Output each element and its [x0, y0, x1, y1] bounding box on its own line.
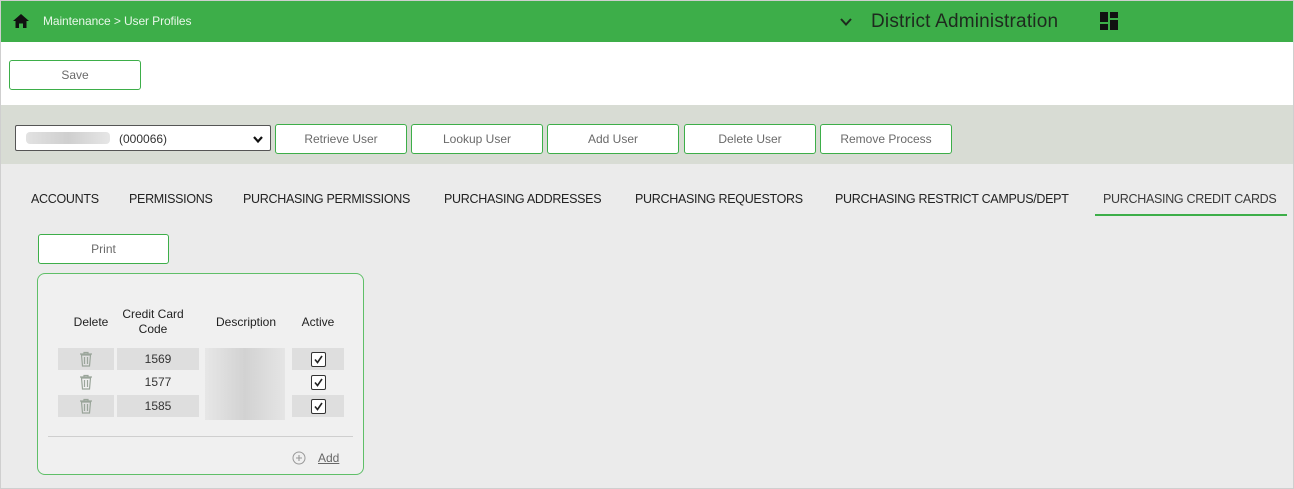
active-cell [292, 371, 344, 393]
grid-icon[interactable] [1099, 11, 1119, 31]
description-redacted [205, 394, 285, 420]
remove-process-button[interactable]: Remove Process [820, 124, 952, 154]
delete-cell [58, 371, 114, 393]
lookup-user-button[interactable]: Lookup User [411, 124, 543, 154]
tab-bar: ACCOUNTS PERMISSIONS PURCHASING PERMISSI… [1, 164, 1293, 224]
tab-accounts[interactable]: ACCOUNTS [31, 192, 99, 206]
credit-card-code-cell: 1577 [144, 375, 172, 389]
credit-card-code-cell: 1569 [117, 348, 199, 370]
tab-purchasing-restrict-campus-dept[interactable]: PURCHASING RESTRICT CAMPUS/DEPT [835, 192, 1069, 206]
check-icon [313, 378, 323, 387]
delete-cell [58, 395, 114, 417]
district-name: District Administration [871, 11, 1059, 32]
trash-icon[interactable] [79, 398, 93, 414]
credit-card-table-panel: Delete Credit Card Code Description Acti… [37, 273, 364, 475]
district-selector[interactable]: District Administration [839, 7, 1058, 37]
save-button[interactable]: Save [9, 60, 141, 90]
top-bar: Maintenance > User Profiles District Adm… [1, 1, 1293, 42]
plus-circle-icon[interactable] [292, 451, 306, 465]
add-user-button[interactable]: Add User [547, 124, 679, 154]
active-checkbox[interactable] [310, 351, 326, 367]
column-header-description: Description [215, 315, 277, 329]
retrieve-user-button[interactable]: Retrieve User [275, 124, 407, 154]
trash-icon[interactable] [79, 351, 93, 367]
print-button[interactable]: Print [38, 234, 169, 264]
active-cell [292, 395, 344, 417]
delete-user-button[interactable]: Delete User [684, 124, 816, 154]
description-redacted [205, 370, 285, 394]
active-checkbox[interactable] [310, 374, 326, 390]
breadcrumb: Maintenance > User Profiles [43, 14, 192, 28]
tab-purchasing-credit-cards[interactable]: PURCHASING CREDIT CARDS [1103, 192, 1277, 206]
user-id: (000066) [119, 132, 168, 146]
tab-purchasing-requestors[interactable]: PURCHASING REQUESTORS [635, 192, 803, 206]
column-header-active: Active [301, 315, 335, 329]
column-header-credit-card-code: Credit Card Code [122, 307, 184, 336]
check-icon [313, 355, 323, 364]
description-redacted [205, 348, 285, 370]
user-bar: (000066) Retrieve User Lookup User Add U… [1, 105, 1293, 164]
home-icon[interactable] [12, 12, 30, 30]
active-tab-indicator [1095, 214, 1287, 216]
tab-purchasing-permissions[interactable]: PURCHASING PERMISSIONS [243, 192, 410, 206]
active-checkbox[interactable] [310, 398, 326, 414]
credit-card-code-cell: 1585 [117, 395, 199, 417]
save-bar: Save [1, 42, 1293, 105]
tab-permissions[interactable]: PERMISSIONS [129, 192, 213, 206]
tab-purchasing-addresses[interactable]: PURCHASING ADDRESSES [444, 192, 602, 206]
table-divider [48, 436, 353, 437]
delete-cell [58, 348, 114, 370]
trash-icon[interactable] [79, 374, 93, 390]
chevron-down-icon [840, 18, 852, 26]
user-name-redacted [26, 132, 110, 144]
active-cell [292, 348, 344, 370]
add-link[interactable]: Add [318, 451, 339, 465]
user-select[interactable]: (000066) [15, 125, 271, 151]
chevron-down-icon [253, 136, 263, 144]
check-icon [313, 402, 323, 411]
